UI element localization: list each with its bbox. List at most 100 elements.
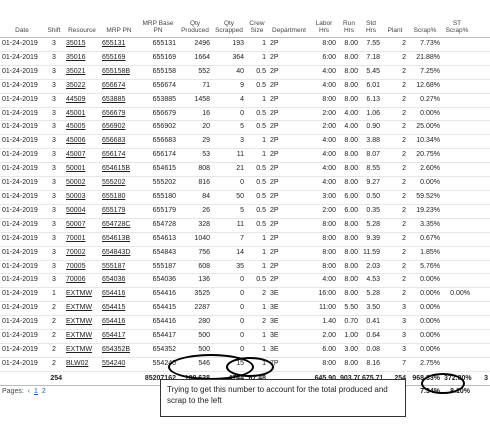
cell-qty-produced: 53 [178,148,212,164]
resource-link[interactable]: 50001 [66,165,85,172]
mrp-pn-link[interactable]: 654728C [102,221,130,228]
column-header-plant[interactable]: Plant [382,0,408,38]
cell-st-scrap-pct [442,232,472,247]
mrp-pn-link[interactable]: 656902 [102,123,125,130]
column-header-run-hrs[interactable]: Run Hrs [338,0,360,38]
cell-qty-scrapped: 0 [212,287,246,303]
table-row: 01-24-2019 3 70001 654613B 654613 1040 7 1 2P 8:0… [0,232,490,247]
mrp-pn-link[interactable]: 654352B [102,346,130,353]
resource-link[interactable]: 50004 [66,207,85,214]
cell-crew-size: 0.5 [246,218,268,233]
mrp-pn-link[interactable]: 654415 [102,304,125,311]
column-header-labor-hrs[interactable]: Labor Hrs [310,0,338,38]
mrp-pn-link[interactable]: 654416 [102,290,125,297]
column-header-date[interactable]: Date [0,0,44,38]
pager-page-1[interactable]: 1 [34,388,38,395]
resource-link[interactable]: 35022 [66,82,85,89]
cell-mrp-base-pn: 655179 [138,204,178,219]
mrp-pn-link[interactable]: 655158B [102,68,130,75]
column-header-std-hrs[interactable]: Std Hrs [360,0,382,38]
resource-link[interactable]: EXTMW [66,318,92,325]
column-header-mrp-base-pn[interactable]: MRP Base PN [138,0,178,38]
mrp-pn-link[interactable]: 654613B [102,235,130,242]
mrp-pn-link[interactable]: 654615B [102,165,130,172]
mrp-pn-link[interactable]: 653885 [102,96,125,103]
cell-plant: 2 [382,37,408,52]
column-header-crew-size[interactable]: Crew Size [246,0,268,38]
table-row: 01-24-2019 1 EXTMW 654416 654416 3525 0 2 3E 16:0… [0,287,490,303]
cell-mrp-pn: 655131 [100,37,138,52]
mrp-pn-link[interactable]: 655169 [102,54,125,61]
mrp-pn-link[interactable]: 656674 [102,82,125,89]
resource-link[interactable]: 35021 [66,68,85,75]
cell-scrap-pct: 1.85% [408,246,442,261]
mrp-pn-link[interactable]: 654843D [102,249,130,256]
resource-link[interactable]: 70006 [66,276,85,283]
resource-link[interactable]: EXTMW [66,332,92,339]
column-header-st-scrap-pct[interactable]: ST Scrap% [442,0,472,38]
mrp-pn-link[interactable]: 554240 [102,360,125,367]
resource-link[interactable]: 70005 [66,263,85,270]
cell-qty-produced: 808 [178,162,212,178]
cell-mrp-pn: 655158B [100,65,138,80]
resource-link[interactable]: EXTMW [66,346,92,353]
pager-prev-button[interactable]: ‹ [28,388,30,395]
cell-qty-produced: 1040 [178,232,212,247]
mrp-pn-link[interactable]: 654417 [102,332,125,339]
mrp-pn-link[interactable]: 654416 [102,318,125,325]
column-header-resource[interactable]: Resource [64,0,100,38]
cell-run-hrs: 8.00 [338,51,360,66]
cell-crew-size: 1 [246,93,268,108]
cell-shift: 1 [44,287,64,303]
column-header-qty-produced[interactable]: Qty Produced [178,0,212,38]
cell-qty-produced: 552 [178,65,212,80]
cell-run-hrs: 8.00 [338,246,360,261]
column-header-qty-scrapped[interactable]: Qty Scrapped [212,0,246,38]
resource-link[interactable]: EXTMW [66,290,92,297]
column-header-shift[interactable]: Shift [44,0,64,38]
mrp-pn-link[interactable]: 655131 [102,40,125,47]
pager-page-2[interactable]: 2 [42,388,46,395]
cell-date: 01-24-2019 [0,65,44,80]
cell-department: 3E [268,315,310,331]
resource-link[interactable]: EXTMW [66,304,92,311]
mrp-pn-link[interactable]: 555202 [102,179,125,186]
cell-labor-hrs: 2:00 [310,204,338,219]
mrp-pn-link[interactable]: 656683 [102,137,125,144]
cell-scrap-pct: 10.34% [408,134,442,150]
resource-link[interactable]: 50003 [66,193,85,200]
resource-link[interactable]: 45006 [66,137,85,144]
cell-run-hrs: 8.00 [338,148,360,164]
mrp-pn-link[interactable]: 656174 [102,151,125,158]
cell-crew-size: 1 [246,301,268,317]
column-header-mrp-pn[interactable]: MRP PN [100,0,138,38]
mrp-pn-link[interactable]: 555187 [102,263,125,270]
resource-link[interactable]: 45007 [66,151,85,158]
mrp-pn-link[interactable]: 655179 [102,207,125,214]
cell-department: 3E [268,329,310,344]
cell-std-hrs: 5.28 [360,287,382,303]
resource-link[interactable]: BLW02 [66,360,88,367]
resource-link[interactable]: 45001 [66,110,85,117]
cell-scrap-pct: 0.00% [408,301,442,317]
resource-link[interactable]: 45005 [66,123,85,130]
resource-link[interactable]: 70001 [66,235,85,242]
mrp-pn-link[interactable]: 655180 [102,193,125,200]
cell-st-scrap-pct [442,343,472,358]
resource-link[interactable]: 35015 [66,40,85,47]
cell-qty-produced: 136 [178,273,212,289]
resource-link[interactable]: 35016 [66,54,85,61]
cell-scrap-pct: 0.27% [408,93,442,108]
cell-department: 2P [268,148,310,164]
resource-link[interactable]: 44509 [66,96,85,103]
mrp-pn-link[interactable]: 654036 [102,276,125,283]
resource-link[interactable]: 50007 [66,221,85,228]
resource-link[interactable]: 50002 [66,179,85,186]
cell-mrp-pn: 656679 [100,107,138,122]
cell-st-scrap-pct [442,329,472,344]
resource-link[interactable]: 70002 [66,249,85,256]
column-header-department[interactable]: Department [268,0,310,38]
column-header-scrap-pct[interactable]: Scrap% [408,0,442,38]
mrp-pn-link[interactable]: 656679 [102,110,125,117]
cell-mrp-base-pn: 654352 [138,343,178,358]
